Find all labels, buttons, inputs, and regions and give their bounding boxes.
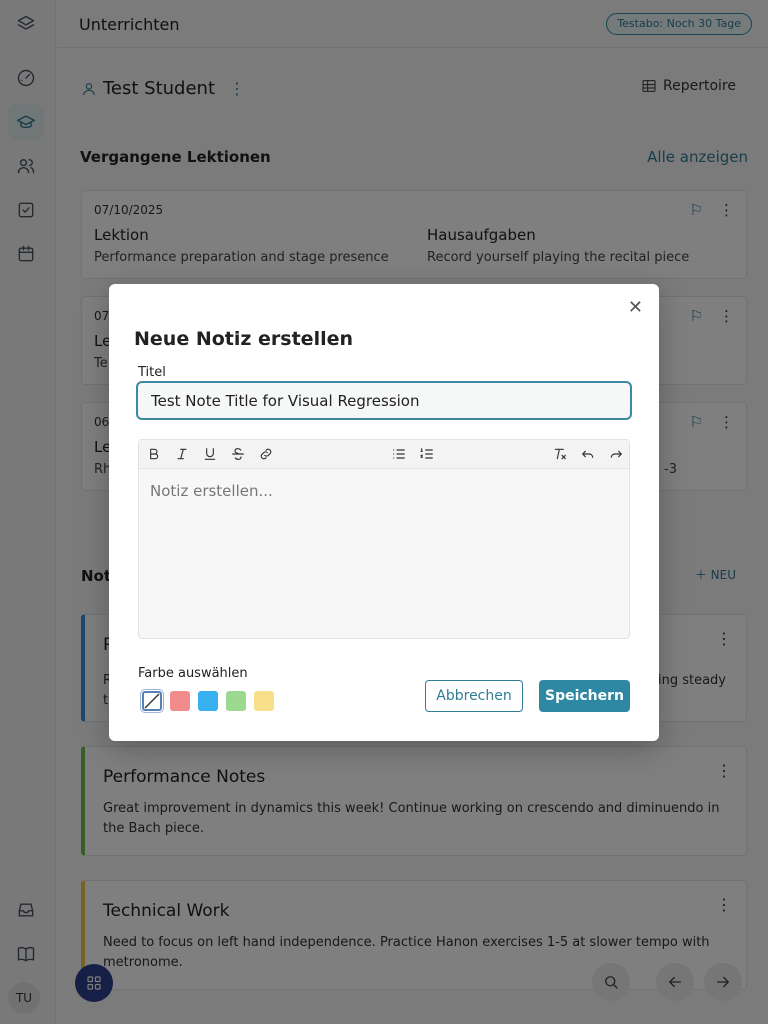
bullet-list-icon[interactable]	[388, 444, 410, 464]
save-button[interactable]: Speichern	[539, 680, 630, 712]
clear-format-icon[interactable]	[549, 444, 571, 464]
title-field-label: Titel	[138, 365, 166, 380]
editor-toolbar	[139, 440, 629, 469]
editor-placeholder: Notiz erstellen...	[150, 482, 273, 500]
numbered-list-icon[interactable]	[416, 444, 438, 464]
cancel-button[interactable]: Abbrechen	[425, 680, 523, 712]
title-input[interactable]	[136, 381, 632, 420]
dialog-title: Neue Notiz erstellen	[134, 328, 354, 350]
redo-icon[interactable]	[605, 444, 627, 464]
color-label: Farbe auswählen	[138, 666, 248, 681]
color-swatch-yellow[interactable]	[254, 691, 274, 711]
new-note-dialog: ✕ Neue Notiz erstellen Titel Notiz erste…	[109, 284, 659, 741]
strikethrough-icon[interactable]	[227, 444, 249, 464]
close-icon[interactable]: ✕	[628, 298, 643, 318]
color-swatch-green[interactable]	[226, 691, 246, 711]
color-swatch-blue[interactable]	[198, 691, 218, 711]
bold-icon[interactable]	[143, 444, 165, 464]
italic-icon[interactable]	[171, 444, 193, 464]
underline-icon[interactable]	[199, 444, 221, 464]
color-swatch-red[interactable]	[170, 691, 190, 711]
no-color-icon	[144, 693, 160, 709]
undo-icon[interactable]	[577, 444, 599, 464]
color-swatch-none[interactable]	[140, 689, 164, 713]
link-icon[interactable]	[255, 444, 277, 464]
note-editor[interactable]: Notiz erstellen...	[138, 439, 630, 639]
